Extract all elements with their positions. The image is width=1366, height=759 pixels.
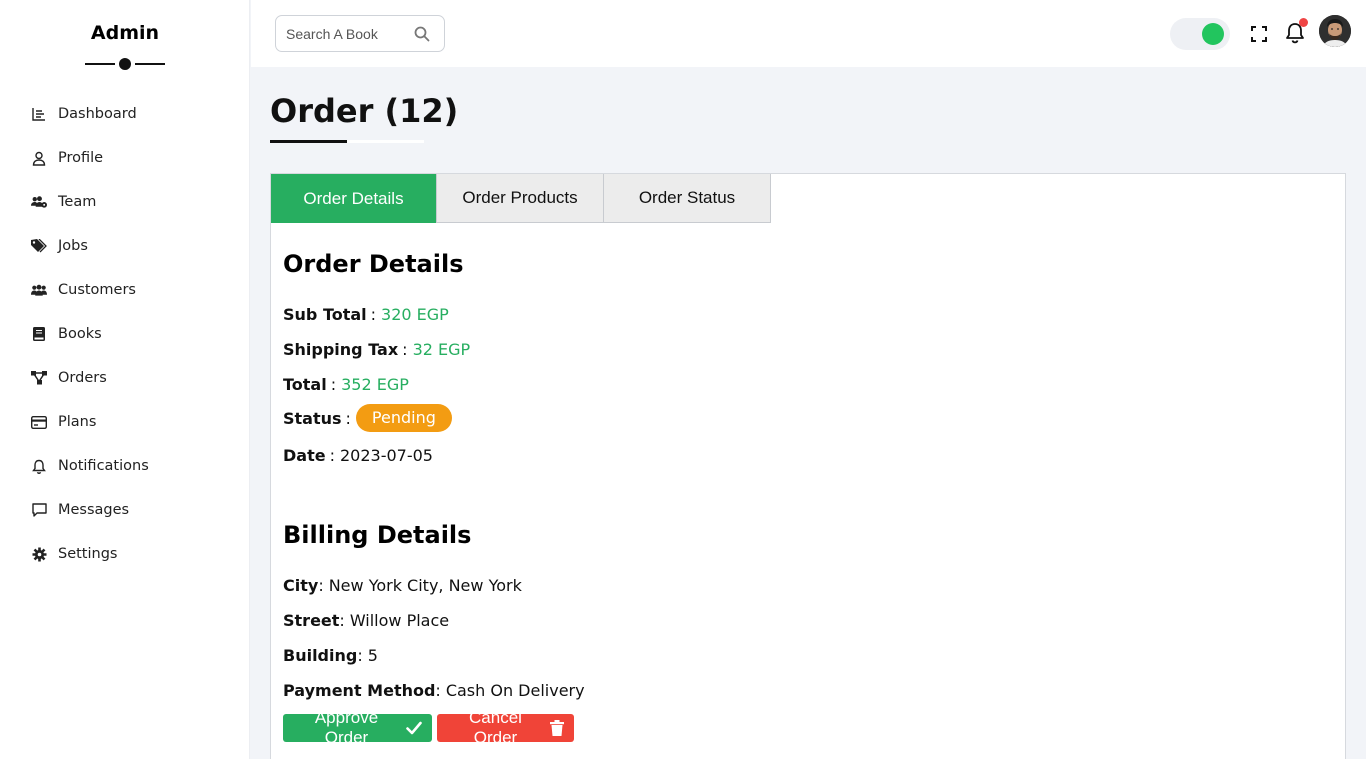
sitemap-icon: [31, 370, 47, 386]
credit-card-icon: [31, 414, 47, 430]
building-row: Building:5: [283, 646, 378, 665]
street-row: Street: Willow Place: [283, 611, 450, 630]
status-row: Status: Pending: [283, 404, 452, 432]
cancel-order-button[interactable]: Cancel Order: [437, 708, 574, 747]
sidebar-item-settings[interactable]: Settings: [0, 532, 250, 576]
status-badge: Pending: [355, 404, 452, 432]
chart-icon: [31, 106, 47, 122]
approve-order-button[interactable]: Approve Order: [283, 708, 432, 747]
shipping-tax-row: Shipping Tax:32 EGP: [283, 340, 471, 359]
sidebar-item-label: Profile: [58, 150, 104, 166]
order-panel: Order Details Order Products Order Statu…: [270, 173, 1346, 759]
payment-method-label: Payment Method: [283, 681, 436, 700]
sidebar-item-label: Orders: [58, 370, 107, 386]
sidebar-item-label: Settings: [58, 546, 118, 562]
sidebar-item-notifications[interactable]: Notifications: [0, 444, 250, 488]
search-input[interactable]: [286, 24, 406, 44]
sidebar-item-profile[interactable]: Profile: [0, 136, 250, 180]
sub-total-row: Sub Total:320 EGP: [283, 305, 449, 324]
sidebar-item-jobs[interactable]: Jobs: [0, 224, 250, 268]
city-row: City: New York City, New York: [283, 576, 522, 595]
check-icon: [406, 721, 422, 735]
topbar: [251, 0, 1366, 67]
building-label: Building: [283, 646, 358, 665]
avatar[interactable]: [1319, 15, 1351, 47]
city-value: New York City, New York: [328, 576, 522, 595]
brand-divider: [85, 58, 165, 70]
user-icon: [31, 150, 47, 166]
approve-order-label: Approve Order: [314, 708, 379, 747]
total-value: 352 EGP: [341, 375, 409, 394]
billing-details-heading: Billing Details: [283, 521, 472, 549]
status-label: Status: [283, 408, 342, 428]
cancel-order-label: Cancel Order: [469, 708, 522, 747]
title-underline: [270, 140, 424, 143]
tags-icon: [31, 238, 47, 254]
tab-order-products[interactable]: Order Products: [437, 174, 604, 223]
sidebar-item-label: Team: [58, 194, 97, 210]
date-value: 2023-07-05: [339, 446, 433, 465]
notification-badge: [1299, 18, 1308, 27]
tab-bar: Order Details Order Products Order Statu…: [271, 174, 771, 223]
total-row: Total:352 EGP: [283, 375, 409, 394]
sidebar-item-plans[interactable]: Plans: [0, 400, 250, 444]
street-label: Street: [283, 611, 340, 630]
payment-method-row: Payment Method: Cash On Delivery: [283, 681, 585, 700]
sidebar-item-dashboard[interactable]: Dashboard: [0, 92, 250, 136]
date-row: Date:2023-07-05: [283, 446, 433, 465]
trash-icon: [550, 720, 564, 736]
gear-icon: [31, 546, 47, 562]
search-icon[interactable]: [414, 26, 430, 42]
users-icon: [31, 282, 47, 298]
sub-total-label: Sub Total: [283, 305, 367, 324]
team-icon: [31, 194, 47, 210]
message-icon: [31, 502, 47, 518]
sidebar-item-team[interactable]: Team: [0, 180, 250, 224]
tab-order-status[interactable]: Order Status: [604, 174, 771, 223]
fullscreen-icon[interactable]: [1248, 23, 1270, 45]
payment-method-value: Cash On Delivery: [445, 681, 585, 700]
sidebar-item-label: Books: [58, 326, 102, 342]
notification-bell-icon[interactable]: [1284, 18, 1308, 45]
page-title: Order (12): [270, 92, 459, 130]
sidebar-item-customers[interactable]: Customers: [0, 268, 250, 312]
date-label: Date: [283, 446, 326, 465]
sidebar-item-label: Messages: [58, 502, 130, 518]
shipping-tax-value: 32 EGP: [412, 340, 471, 359]
building-value: 5: [367, 646, 378, 665]
city-label: City: [283, 576, 319, 595]
sidebar-item-label: Customers: [58, 282, 136, 298]
sidebar-item-books[interactable]: Books: [0, 312, 250, 356]
total-label: Total: [283, 375, 327, 394]
tab-order-details[interactable]: Order Details: [271, 174, 437, 223]
theme-toggle[interactable]: [1170, 18, 1230, 50]
sidebar-item-label: Jobs: [58, 238, 88, 254]
sub-total-value: 320 EGP: [381, 305, 449, 324]
sidebar-item-label: Plans: [58, 414, 97, 430]
toggle-knob: [1202, 23, 1224, 45]
sidebar-item-messages[interactable]: Messages: [0, 488, 250, 532]
sidebar-item-label: Notifications: [58, 458, 149, 474]
book-icon: [31, 326, 47, 342]
shipping-tax-label: Shipping Tax: [283, 340, 399, 359]
brand-title: Admin: [90, 22, 160, 44]
sidebar-item-label: Dashboard: [58, 106, 137, 122]
sidebar: Admin Dashboard Profile Team Jobs Custom…: [0, 0, 250, 759]
search-box: [275, 15, 445, 52]
order-details-heading: Order Details: [283, 250, 464, 278]
bell-icon: [31, 458, 47, 474]
sidebar-nav: Dashboard Profile Team Jobs Customers Bo…: [0, 92, 250, 576]
street-value: Willow Place: [349, 611, 450, 630]
sidebar-item-orders[interactable]: Orders: [0, 356, 250, 400]
